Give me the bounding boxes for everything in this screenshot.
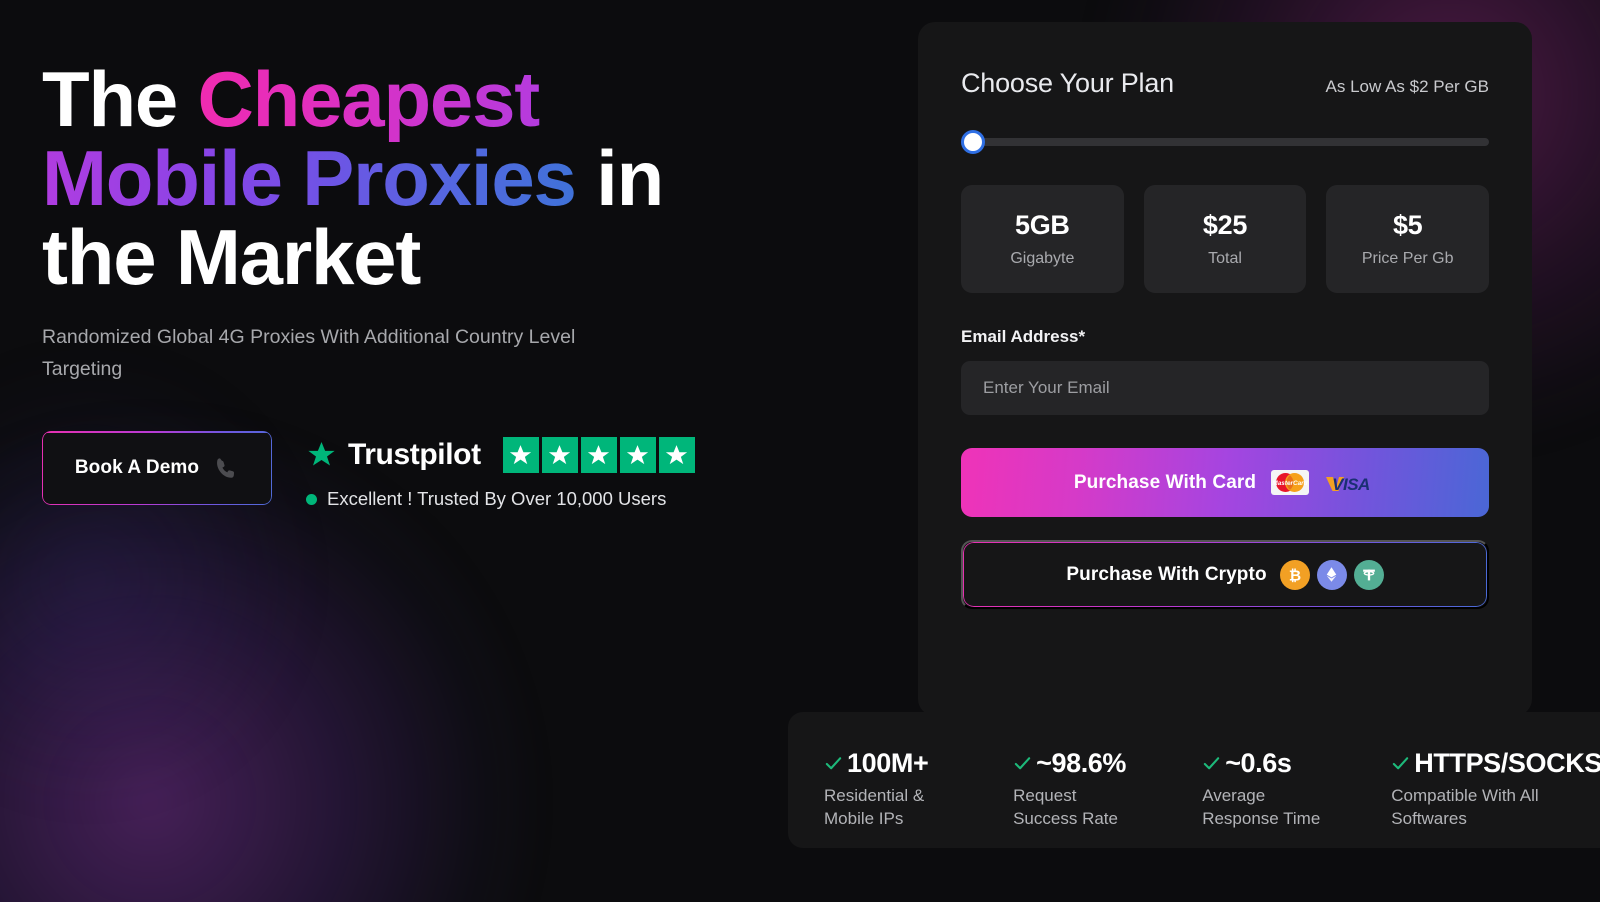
check-icon xyxy=(824,754,843,773)
phone-icon xyxy=(213,455,239,481)
tether-icon xyxy=(1353,559,1384,590)
plan-box-value: $25 xyxy=(1202,210,1248,240)
trustpilot-star-3 xyxy=(580,437,617,474)
trustpilot-star-5 xyxy=(658,437,695,474)
plan-box-caption: Gigabyte xyxy=(1010,250,1075,267)
stat-value: ~98.6% xyxy=(1036,748,1127,778)
stat-residential-mobile-ips: 100M+ Residential & Mobile IPs xyxy=(824,748,969,831)
svg-text:₿: ₿ xyxy=(1289,567,1301,584)
trustpilot-star-rating xyxy=(502,437,695,474)
plan-box-value: 5GB xyxy=(1015,210,1070,240)
plan-card-title: Choose Your Plan xyxy=(961,68,1174,98)
stat-description: Compatible With All Softwares xyxy=(1391,786,1539,828)
trustpilot-star-2 xyxy=(541,437,578,474)
trustpilot-widget[interactable]: Trustpilot Excellent ! Trusted By Over 1… xyxy=(306,431,695,510)
plan-card-header: Choose Your Plan As Low As $2 Per GB xyxy=(961,68,1489,99)
svg-text:MasterCard: MasterCard xyxy=(1272,480,1308,487)
plan-box-caption: Price Per Gb xyxy=(1361,250,1454,267)
plan-size-slider[interactable] xyxy=(961,130,1489,154)
hero-cta-row: Book A Demo Trustpilot Excellent ! Trust… xyxy=(42,431,742,510)
plan-summary-boxes: 5GB Gigabyte $25 Total $5 Price Per Gb xyxy=(961,185,1490,293)
stat-protocol-compatibility: HTTPS/SOCKS5 Compatible With All Softwar… xyxy=(1391,748,1600,831)
purchase-with-card-label: Purchase With Card xyxy=(1073,471,1257,493)
stat-description: Request Success Rate xyxy=(1013,786,1118,828)
stat-request-success-rate: ~98.6% Request Success Rate xyxy=(1013,748,1158,831)
trustpilot-name: Trustpilot xyxy=(348,438,481,472)
hero-subtitle: Randomized Global 4G Proxies With Additi… xyxy=(42,326,576,380)
purchase-with-crypto-button[interactable]: Purchase With Crypto ₿ xyxy=(961,540,1489,609)
bitcoin-icon: ₿ xyxy=(1279,559,1310,590)
check-icon xyxy=(1013,754,1032,773)
trustpilot-star-1 xyxy=(502,437,539,474)
stat-value: HTTPS/SOCKS5 xyxy=(1414,748,1600,778)
email-input[interactable] xyxy=(961,361,1489,415)
plan-box-caption: Total xyxy=(1208,250,1242,267)
stat-average-response-time: ~0.6s Average Response Time xyxy=(1202,748,1347,831)
slider-track[interactable] xyxy=(975,138,1489,146)
trustpilot-star-icon xyxy=(306,440,337,470)
trustpilot-rating-line: Excellent ! Trusted By Over 10,000 Users xyxy=(306,488,695,510)
stat-description: Average Response Time xyxy=(1202,786,1321,828)
slider-thumb[interactable] xyxy=(961,130,985,154)
plan-selector-card: Choose Your Plan As Low As $2 Per GB 5GB… xyxy=(918,22,1532,716)
check-icon xyxy=(1391,754,1410,773)
plan-box-value: $5 xyxy=(1392,210,1423,240)
trustpilot-rating-text: Excellent ! Trusted By Over 10,000 Users xyxy=(327,488,667,510)
svg-text:VISA: VISA xyxy=(1332,475,1370,493)
stat-headline: HTTPS/SOCKS5 xyxy=(1391,748,1600,779)
book-a-demo-label: Book A Demo xyxy=(74,457,200,479)
plan-box-total: $25 Total xyxy=(1143,185,1307,293)
feature-stats-bar: 100M+ Residential & Mobile IPs ~98.6% Re… xyxy=(788,712,1600,848)
stat-description: Residential & Mobile IPs xyxy=(824,786,925,828)
purchase-with-card-button[interactable]: Purchase With Card MasterCard VISA xyxy=(961,448,1489,517)
stat-value: 100M+ xyxy=(847,748,929,778)
purchase-with-crypto-label: Purchase With Crypto xyxy=(1066,563,1267,585)
stat-headline: ~0.6s xyxy=(1202,748,1347,779)
check-icon xyxy=(1202,754,1221,773)
stat-headline: ~98.6% xyxy=(1013,748,1158,779)
page-title: The Cheapest Mobile Proxies in the Marke… xyxy=(42,60,742,296)
email-field-label: Email Address* xyxy=(961,327,1086,346)
plan-box-gigabyte: 5GB Gigabyte xyxy=(961,185,1124,293)
ethereum-icon xyxy=(1316,559,1347,590)
plan-price-note: As Low As $2 Per GB xyxy=(1325,77,1489,96)
stat-value: ~0.6s xyxy=(1225,748,1292,778)
visa-logo: VISA xyxy=(1324,473,1376,493)
hero-section: The Cheapest Mobile Proxies in the Marke… xyxy=(42,60,742,510)
trustpilot-header: Trustpilot xyxy=(306,437,695,474)
book-a-demo-button[interactable]: Book A Demo xyxy=(42,431,272,506)
status-dot-icon xyxy=(306,493,317,505)
crypto-logo-group: ₿ xyxy=(1279,559,1384,590)
plan-box-price-per-gb: $5 Price Per Gb xyxy=(1326,185,1490,293)
headline-part-1: The xyxy=(42,55,198,143)
stat-headline: 100M+ xyxy=(824,748,969,779)
trustpilot-star-4 xyxy=(619,437,656,474)
mastercard-logo: MasterCard xyxy=(1271,470,1310,495)
